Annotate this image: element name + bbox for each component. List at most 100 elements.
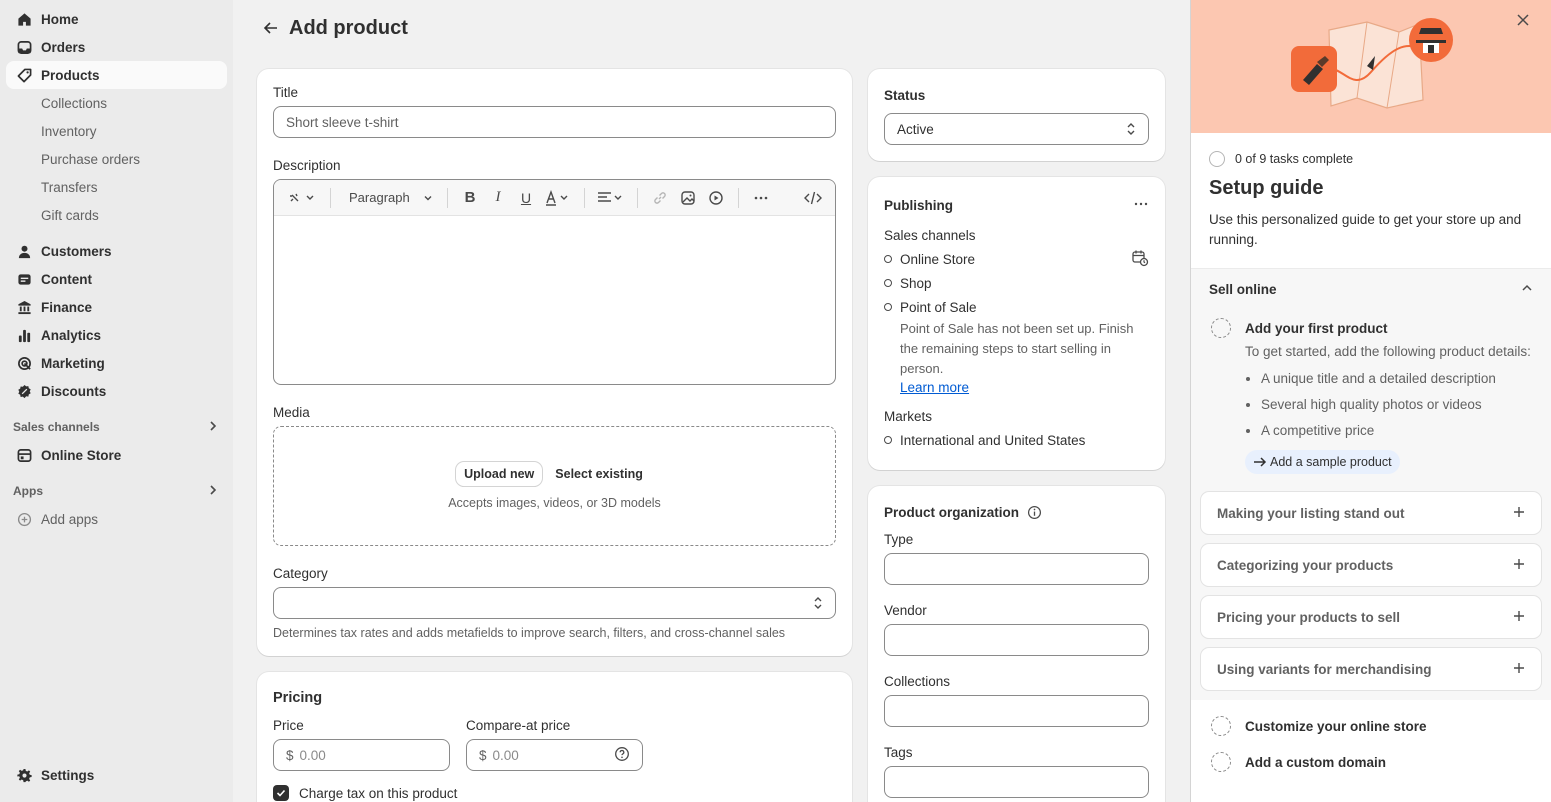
tags-label: Tags (884, 745, 913, 760)
section-title: Sell online (1209, 282, 1277, 297)
nav-home[interactable]: Home (6, 5, 227, 33)
accordion-pricing[interactable]: Pricing your products to sell (1201, 596, 1541, 638)
page-title: Add product (289, 16, 408, 39)
magic-icon[interactable] (284, 186, 320, 210)
nav-products[interactable]: Products (6, 61, 227, 89)
content-icon (16, 271, 32, 287)
type-input[interactable] (884, 553, 1149, 585)
nav-orders[interactable]: Orders (6, 33, 227, 61)
upload-new-button[interactable]: Upload new (456, 462, 543, 486)
nav-inventory[interactable]: Inventory (6, 117, 227, 145)
align-icon[interactable] (595, 186, 627, 210)
nav-purchase-orders[interactable]: Purchase orders (6, 145, 227, 173)
compare-at-input[interactable]: $0.00 (466, 739, 643, 771)
accordion-categorizing[interactable]: Categorizing your products (1201, 544, 1541, 586)
tags-input[interactable] (884, 766, 1149, 798)
description-label: Description (273, 158, 341, 173)
pricing-card: Pricing Price $0.00 Compare-at price $0.… (257, 672, 852, 802)
video-icon[interactable] (704, 186, 728, 210)
select-existing-button[interactable]: Select existing (545, 462, 653, 486)
store-icon (16, 447, 32, 463)
charge-tax-checkbox[interactable] (273, 785, 289, 801)
title-input[interactable]: Short sleeve t-shirt (273, 106, 836, 138)
nav-finance[interactable]: Finance (6, 293, 227, 321)
status-value: Active (897, 121, 934, 137)
sales-channels-section[interactable]: Sales channels (6, 413, 227, 441)
channel-point-of-sale: Point of Sale (884, 295, 1149, 319)
price-placeholder: 0.00 (299, 747, 326, 763)
bold-icon[interactable]: B (458, 186, 482, 210)
plus-icon (1513, 610, 1525, 625)
nav-collections[interactable]: Collections (6, 89, 227, 117)
channel-online-store: Online Store (884, 247, 1149, 271)
media-hint: Accepts images, videos, or 3D models (448, 496, 661, 510)
sell-online-section-header[interactable]: Sell online (1191, 268, 1551, 310)
task-customize-store[interactable]: Customize your online store (1209, 708, 1533, 744)
category-select[interactable] (273, 587, 836, 619)
nav-transfers[interactable]: Transfers (6, 173, 227, 201)
more-icon[interactable] (749, 186, 773, 210)
chevron-up-icon (1521, 282, 1533, 297)
task-custom-domain[interactable]: Add a custom domain (1209, 744, 1533, 780)
nav-settings[interactable]: Settings (6, 761, 227, 789)
task-status-icon[interactable] (1211, 752, 1231, 772)
plus-icon (1513, 506, 1525, 521)
back-arrow-icon[interactable] (259, 16, 283, 40)
calendar-clock-icon[interactable] (1131, 249, 1149, 270)
nav-customers[interactable]: Customers (6, 237, 227, 265)
info-icon[interactable] (1027, 505, 1042, 520)
task-status-icon[interactable] (1211, 318, 1231, 338)
chevron-right-icon (207, 420, 219, 435)
link-icon[interactable] (648, 186, 672, 210)
plus-circle-icon (16, 511, 32, 527)
accordion-variants[interactable]: Using variants for merchandising (1201, 648, 1541, 690)
learn-more-link[interactable]: Learn more (900, 380, 969, 395)
accordion-listing-stand-out[interactable]: Making your listing stand out (1201, 492, 1541, 534)
collections-input[interactable] (884, 695, 1149, 727)
task-status-icon[interactable] (1211, 716, 1231, 736)
gear-icon (16, 767, 32, 783)
tasks-progress: 0 of 9 tasks complete (1209, 151, 1533, 167)
price-input[interactable]: $0.00 (273, 739, 450, 771)
task-details-list: A unique title and a detailed descriptio… (1261, 366, 1531, 444)
more-horizontal-icon[interactable] (1133, 196, 1149, 215)
vendor-input[interactable] (884, 624, 1149, 656)
nav-label: Home (41, 11, 79, 27)
nav-content[interactable]: Content (6, 265, 227, 293)
paragraph-dropdown[interactable]: Paragraph (341, 186, 437, 210)
nav-discounts[interactable]: Discounts (6, 377, 227, 405)
apps-section[interactable]: Apps (6, 477, 227, 505)
task-title[interactable]: Add your first product (1245, 321, 1388, 336)
currency-symbol: $ (479, 747, 487, 763)
image-icon[interactable] (676, 186, 700, 210)
page-header: Add product (259, 16, 408, 40)
status-select[interactable]: Active (884, 113, 1149, 145)
sidebar: Home Orders Products Collections Invento… (0, 0, 233, 802)
nav-add-apps[interactable]: Add apps (6, 505, 227, 533)
code-icon[interactable] (801, 186, 825, 210)
bank-icon (16, 299, 32, 315)
media-dropzone[interactable]: Upload new Select existing Accepts image… (273, 426, 836, 546)
nav-label: Discounts (41, 383, 107, 399)
add-sample-product-button[interactable]: Add a sample product (1245, 450, 1400, 474)
chevron-right-icon (207, 484, 219, 499)
text-color-icon[interactable] (542, 186, 574, 210)
nav-gift-cards[interactable]: Gift cards (6, 201, 227, 229)
nav-label: Orders (41, 39, 86, 55)
status-title: Status (884, 88, 926, 103)
discount-icon (16, 383, 32, 399)
nav-label: Customers (41, 243, 112, 259)
charge-tax-row[interactable]: Charge tax on this product (273, 785, 836, 801)
nav-marketing[interactable]: Marketing (6, 349, 227, 377)
editor-body[interactable] (274, 216, 835, 384)
title-label: Title (273, 85, 299, 100)
chevron-down-icon (424, 195, 432, 200)
underline-icon[interactable]: U (514, 186, 538, 210)
italic-icon[interactable]: I (486, 186, 510, 210)
charge-tax-label: Charge tax on this product (299, 785, 458, 801)
nav-online-store[interactable]: Online Store (6, 441, 227, 469)
map-illustration (1291, 18, 1453, 109)
nav-analytics[interactable]: Analytics (6, 321, 227, 349)
help-circle-icon[interactable] (614, 746, 630, 765)
close-icon[interactable] (1513, 10, 1533, 30)
